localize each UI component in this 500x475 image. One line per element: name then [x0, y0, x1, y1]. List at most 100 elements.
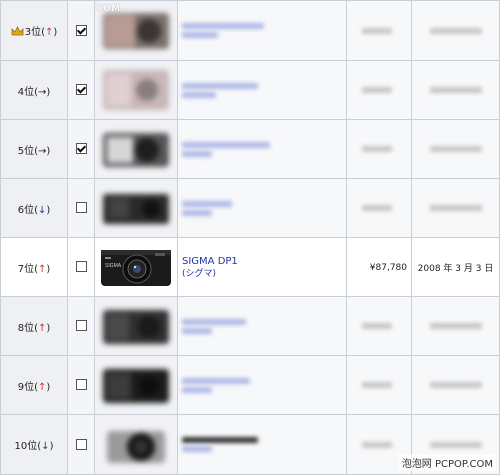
price-cell — [346, 296, 412, 356]
camera-photo-blurred[interactable] — [97, 419, 175, 471]
trend-up-icon: ↑ — [37, 381, 47, 393]
date-cell — [411, 0, 500, 61]
brand-name-blurred[interactable] — [182, 386, 212, 393]
rank-label: 3位 — [24, 26, 42, 38]
product-photo-cell[interactable]: SIGMA — [94, 237, 178, 297]
product-name-cell[interactable] — [177, 296, 347, 356]
camera-photo-blurred[interactable] — [97, 64, 175, 116]
compare-checkbox[interactable] — [75, 84, 87, 96]
product-name-blurred[interactable] — [182, 318, 246, 325]
camera-photo-blurred[interactable] — [97, 359, 175, 411]
brand-name-blurred[interactable] — [182, 91, 216, 98]
date-blurred — [429, 441, 482, 448]
trend-same-icon: → — [37, 145, 47, 157]
brand-name-blurred[interactable] — [182, 209, 212, 216]
site-logo-text: COM — [96, 4, 121, 14]
date-cell — [411, 355, 500, 415]
date-cell — [411, 178, 500, 238]
brand-name-link[interactable]: (シグマ) — [182, 268, 346, 280]
release-date: 2008 年 3 月 3 日 — [417, 263, 494, 274]
compare-checkbox[interactable] — [75, 202, 87, 214]
rank-cell: 4位(→) — [0, 60, 68, 120]
product-photo-cell[interactable] — [94, 355, 178, 415]
brand-name-blurred[interactable] — [182, 32, 218, 38]
brand-name-blurred[interactable] — [182, 446, 212, 452]
product-photo-cell[interactable] — [94, 178, 178, 238]
date-cell — [411, 296, 500, 356]
table-row: 6位(↓) — [0, 178, 500, 238]
brand-name-blurred[interactable] — [182, 150, 212, 157]
product-name-blurred[interactable] — [182, 23, 264, 29]
rank-cell: 6位(↓) — [0, 178, 68, 238]
compare-checkbox-cell[interactable] — [67, 0, 95, 61]
compare-checkbox[interactable] — [75, 379, 87, 391]
rank-label: 8位 — [17, 322, 35, 334]
compare-checkbox[interactable] — [75, 24, 87, 36]
compare-checkbox-cell[interactable] — [67, 178, 95, 238]
product-name-link[interactable]: SIGMA DP1 — [182, 255, 346, 268]
product-name-cell[interactable] — [177, 60, 347, 120]
compare-checkbox-cell[interactable] — [67, 119, 95, 179]
table-row: 5位(→) — [0, 119, 500, 179]
product-name-cell[interactable] — [177, 178, 347, 238]
product-photo-cell[interactable] — [94, 414, 178, 475]
product-photo-cell[interactable] — [94, 119, 178, 179]
compare-checkbox[interactable] — [75, 438, 87, 450]
product-name-cell[interactable] — [177, 0, 347, 61]
price-cell — [346, 355, 412, 415]
price-blurred — [362, 27, 392, 34]
camera-photo[interactable]: SIGMA — [97, 241, 175, 293]
date-cell — [411, 60, 500, 120]
price-cell — [346, 178, 412, 238]
price-blurred — [362, 146, 392, 152]
date-blurred — [429, 382, 482, 388]
product-name-blurred[interactable] — [182, 437, 258, 443]
product-photo-cell[interactable] — [94, 296, 178, 356]
rank-cell: 5位(→) — [0, 119, 68, 179]
svg-text:SIGMA: SIGMA — [105, 263, 122, 269]
compare-checkbox-cell[interactable] — [67, 355, 95, 415]
date-blurred — [429, 27, 482, 34]
rank-cell: 8位(↑) — [0, 296, 68, 356]
ranking-table: 3位(↑) 4位(→) 5位(→) 6位(↓) 7位(↑) SIGMA SIGM… — [0, 0, 500, 475]
table-row: 3位(↑) — [0, 0, 500, 61]
trend-down-icon: ↓ — [41, 441, 50, 452]
product-photo-cell[interactable] — [94, 60, 178, 120]
product-name-blurred[interactable] — [182, 82, 258, 89]
compare-checkbox[interactable] — [75, 143, 87, 155]
product-name-cell[interactable] — [177, 355, 347, 415]
sigma-dp1-camera-icon[interactable]: SIGMA — [97, 241, 175, 293]
compare-checkbox[interactable] — [75, 320, 87, 332]
price-blurred — [362, 382, 392, 388]
crown-icon — [11, 25, 24, 39]
product-name-cell[interactable] — [177, 119, 347, 179]
compare-checkbox-cell[interactable] — [67, 296, 95, 356]
product-name-blurred[interactable] — [182, 200, 232, 207]
camera-photo-blurred[interactable] — [97, 300, 175, 352]
brand-name-blurred[interactable] — [182, 327, 212, 334]
trend-up-icon: ↑ — [37, 322, 47, 334]
product-name-blurred[interactable] — [182, 141, 270, 148]
rank-cell: 9位(↑) — [0, 355, 68, 415]
camera-photo-blurred[interactable] — [97, 123, 175, 175]
table-row: 9位(↑) — [0, 355, 500, 415]
camera-photo-blurred[interactable] — [97, 182, 175, 234]
rank-label: 6位 — [17, 204, 35, 216]
price-cell: ¥87,780 — [346, 237, 412, 297]
price-cell — [346, 60, 412, 120]
compare-checkbox-cell[interactable] — [67, 237, 95, 297]
trend-same-icon: → — [37, 86, 47, 98]
rank-label: 4位 — [17, 86, 35, 98]
date-blurred — [429, 146, 482, 152]
compare-checkbox[interactable] — [75, 261, 87, 273]
date-blurred — [429, 205, 482, 211]
compare-checkbox-cell[interactable] — [67, 60, 95, 120]
product-name-cell[interactable]: SIGMA DP1 (シグマ) — [177, 237, 347, 297]
rank-cell: 7位(↑) — [0, 237, 68, 297]
date-blurred — [429, 323, 482, 329]
trend-up-icon: ↑ — [37, 263, 47, 275]
price-blurred — [362, 323, 392, 329]
product-name-cell[interactable] — [177, 414, 347, 475]
product-name-blurred[interactable] — [182, 377, 250, 384]
compare-checkbox-cell[interactable] — [67, 414, 95, 475]
